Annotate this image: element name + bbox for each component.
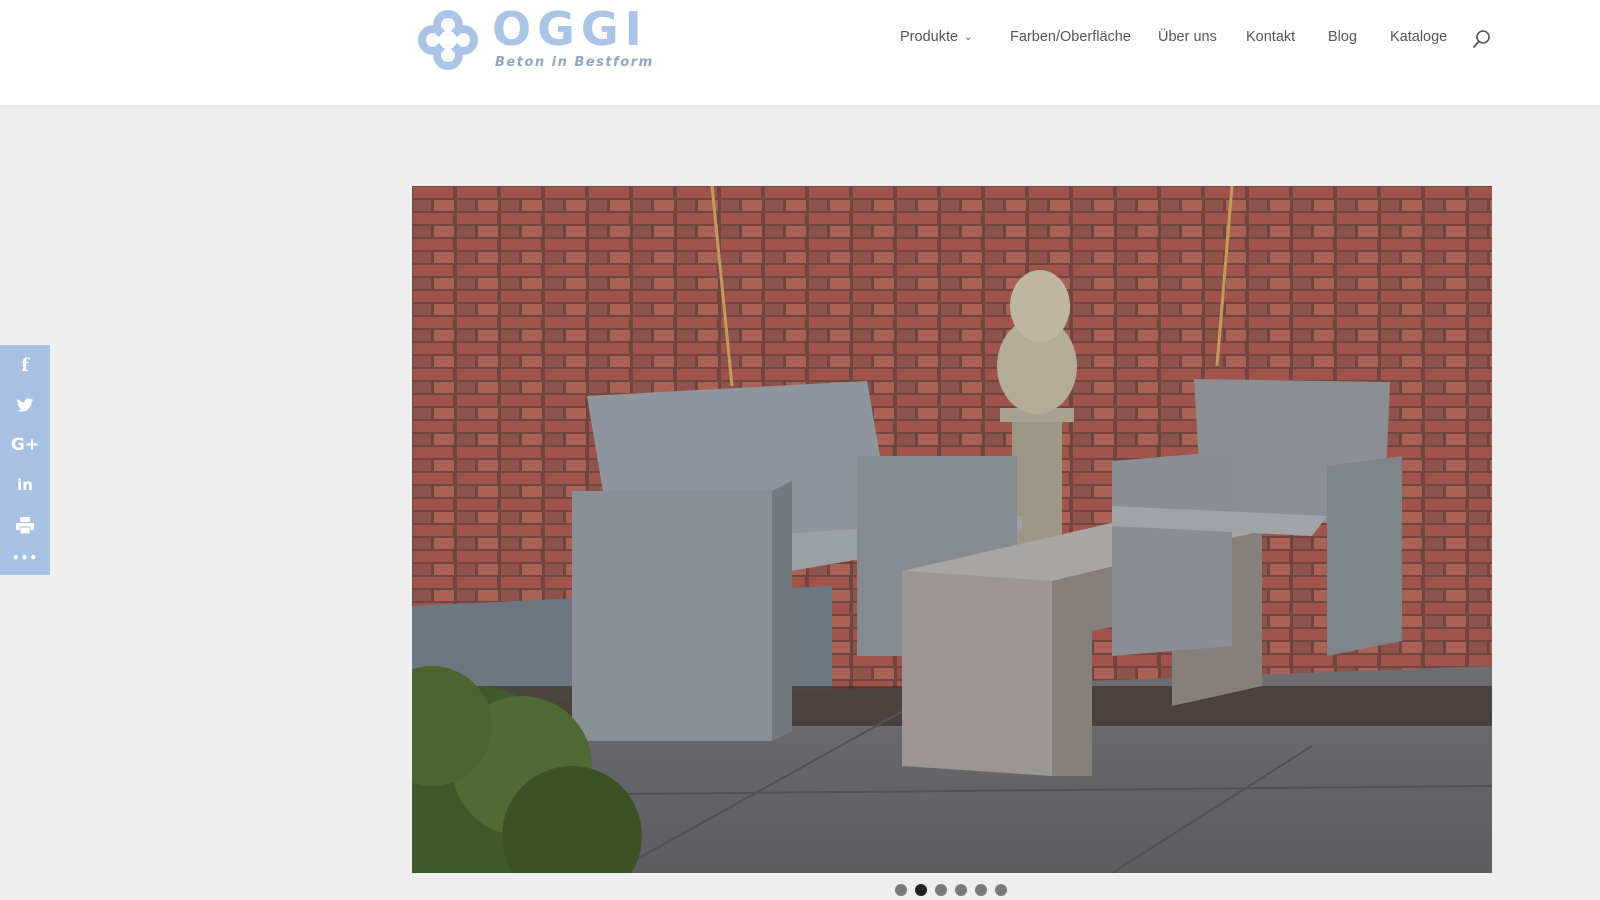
social-share-bar: f G+ in ••• bbox=[0, 345, 50, 575]
logo-clover-icon bbox=[418, 10, 478, 70]
nav-item-farben[interactable]: Farben/Oberfläche bbox=[1010, 29, 1131, 45]
nav-item-kataloge[interactable]: Kataloge bbox=[1390, 29, 1447, 45]
slider-dot-4[interactable] bbox=[955, 884, 967, 896]
hero-slider[interactable] bbox=[412, 186, 1492, 873]
logo-link[interactable]: OGGI Beton in Bestform bbox=[416, 2, 652, 72]
linkedin-icon[interactable]: in bbox=[0, 465, 50, 505]
slider-dot-2[interactable] bbox=[915, 884, 927, 896]
twitter-icon[interactable] bbox=[0, 385, 50, 425]
google-plus-icon[interactable]: G+ bbox=[0, 425, 50, 465]
nav-item-ueber-uns[interactable]: Über uns bbox=[1158, 29, 1217, 45]
nav-item-label: Produkte bbox=[900, 29, 959, 45]
nav-item-produkte[interactable]: Produkte ⌄ bbox=[900, 29, 972, 45]
logo-tagline: Beton in Bestform bbox=[495, 55, 654, 70]
chevron-down-icon: ⌄ bbox=[964, 32, 973, 43]
logo-brand: OGGI bbox=[492, 2, 648, 56]
slider-dot-5[interactable] bbox=[975, 884, 987, 896]
search-icon[interactable] bbox=[1471, 28, 1493, 50]
facebook-icon[interactable]: f bbox=[0, 345, 50, 385]
nav-item-blog[interactable]: Blog bbox=[1328, 29, 1357, 45]
nav-item-kontakt[interactable]: Kontakt bbox=[1246, 29, 1295, 45]
slider-dot-1[interactable] bbox=[895, 884, 907, 896]
slide-photo bbox=[412, 186, 1492, 873]
slider-dot-6[interactable] bbox=[995, 884, 1007, 896]
slider-dot-3[interactable] bbox=[935, 884, 947, 896]
slider-pagination bbox=[895, 884, 1007, 896]
site-header: OGGI Beton in Bestform Produkte ⌄ Farben/… bbox=[0, 0, 1600, 105]
more-icon[interactable]: ••• bbox=[0, 538, 50, 578]
